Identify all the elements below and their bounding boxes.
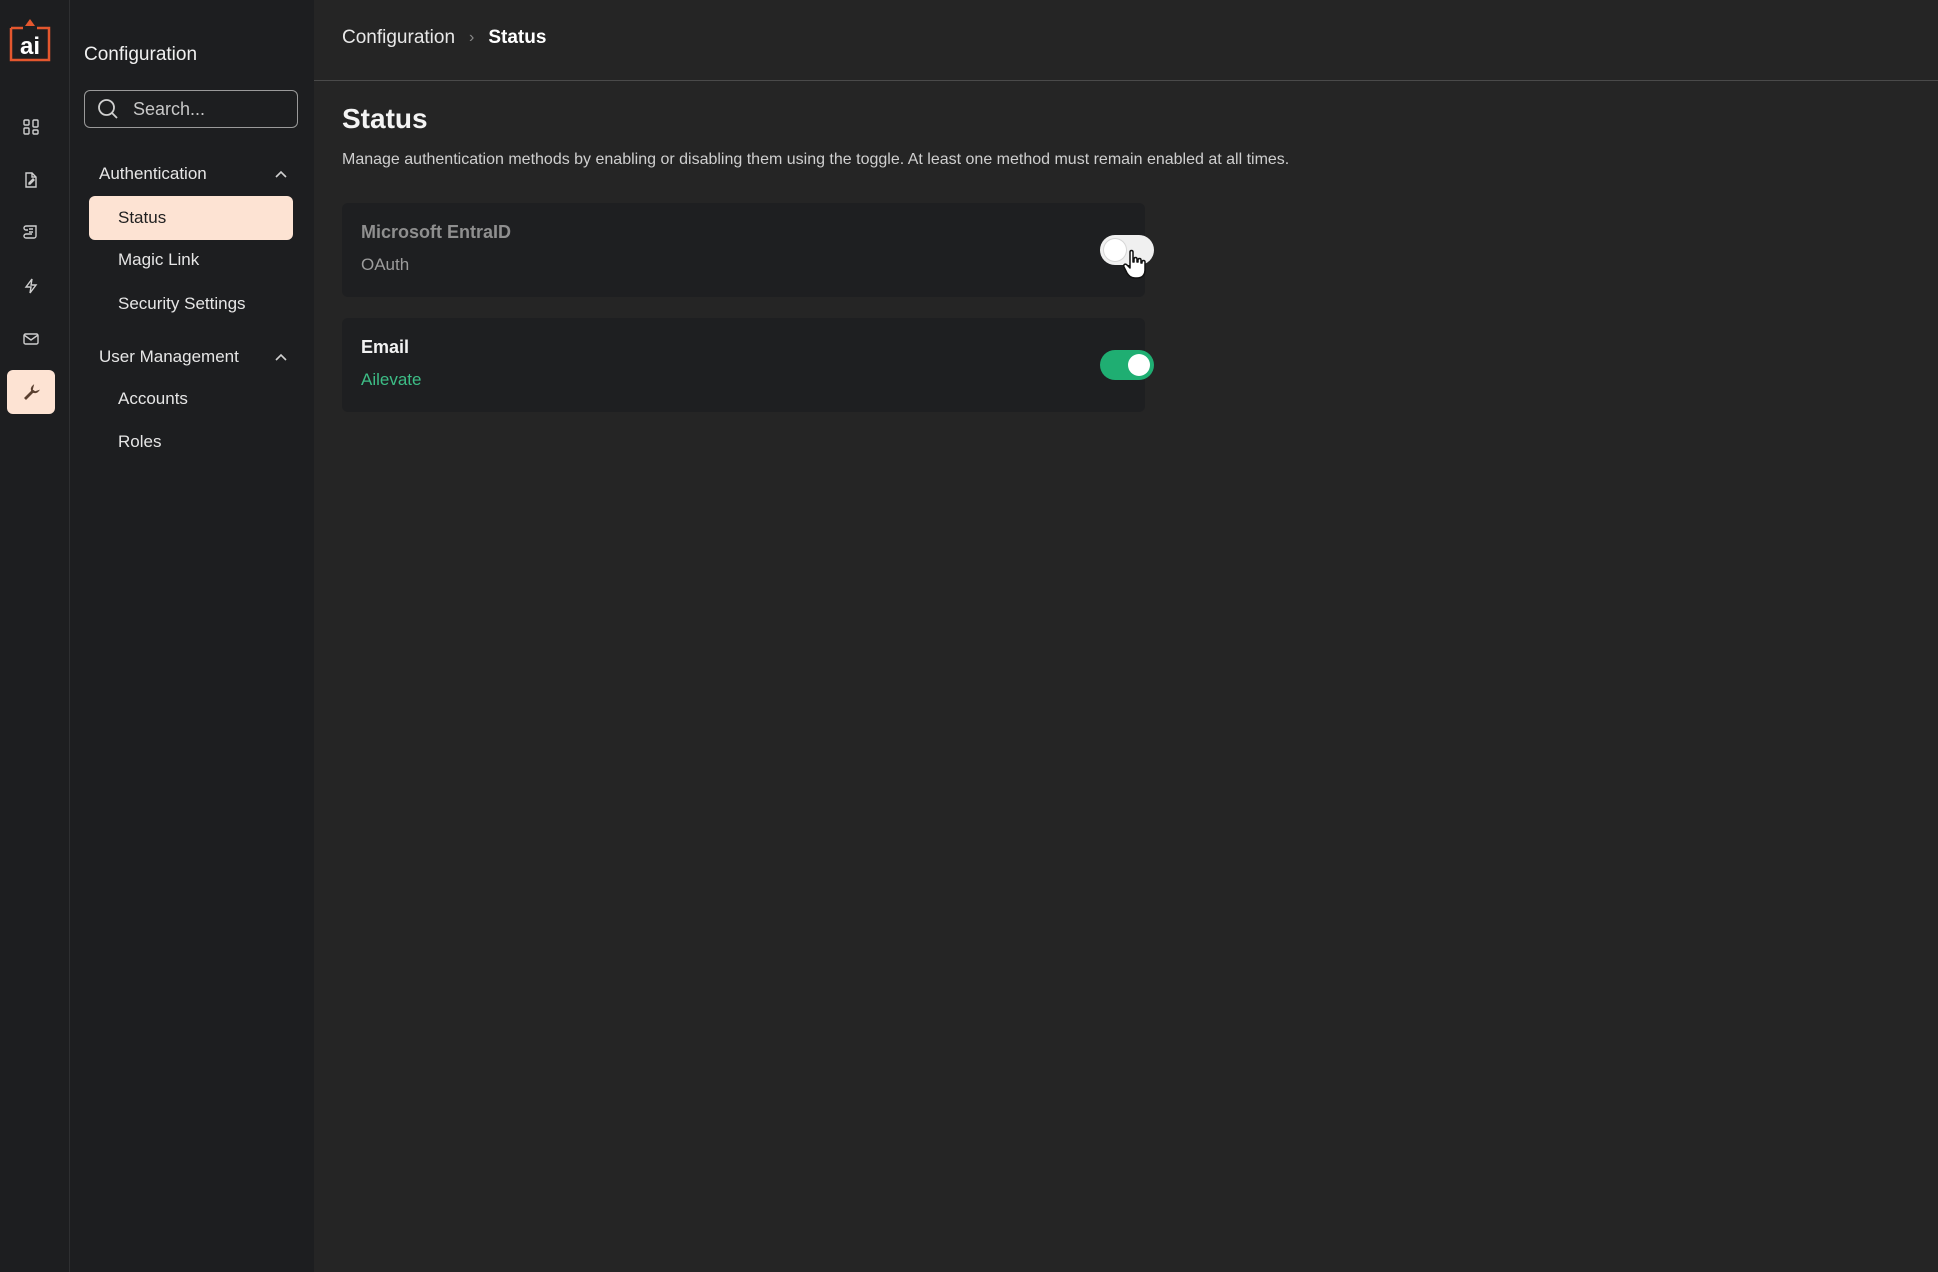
auth-method-provider: Ailevate bbox=[361, 370, 422, 389]
auth-method-name: Microsoft EntraID bbox=[361, 222, 512, 242]
chevron-up-icon bbox=[275, 170, 287, 178]
rail-documents-button[interactable] bbox=[7, 158, 55, 202]
search-icon bbox=[98, 99, 118, 119]
rail-automation-button[interactable] bbox=[7, 264, 55, 308]
rail-mail-button[interactable] bbox=[7, 317, 55, 361]
scroll-icon bbox=[23, 225, 37, 239]
group-user-management-label: User Management bbox=[99, 347, 239, 366]
sidebar-item-status[interactable]: Status bbox=[89, 196, 293, 240]
toggle-knob bbox=[1104, 239, 1126, 261]
config-sidebar: Configuration Authentication Status Magi… bbox=[70, 0, 314, 1272]
rail-scroll-button[interactable] bbox=[7, 210, 55, 254]
toggle-knob bbox=[1128, 354, 1150, 376]
search-input[interactable] bbox=[133, 98, 283, 120]
email-toggle[interactable] bbox=[1100, 350, 1154, 380]
breadcrumb-separator-icon: › bbox=[469, 29, 475, 46]
mail-icon bbox=[23, 333, 39, 345]
page-description: Manage authentication methods by enablin… bbox=[342, 151, 1290, 168]
chevron-up-icon bbox=[275, 353, 287, 361]
page-title: Status bbox=[342, 103, 428, 134]
sidebar-item-roles[interactable]: Roles bbox=[89, 420, 293, 464]
app-window: ai Configuration Search... Authenticatio… bbox=[0, 0, 1938, 1272]
breadcrumb-current: Status bbox=[488, 27, 547, 48]
app-logo[interactable]: ai bbox=[7, 16, 53, 64]
sidebar-item-accounts[interactable]: Accounts bbox=[89, 377, 293, 421]
dashboard-icon bbox=[23, 119, 39, 135]
main-content: Configuration › Status Status Manage aut… bbox=[314, 0, 1938, 1272]
top-bar: Configuration › Status bbox=[314, 0, 1938, 81]
sidebar-item-label: Security Settings bbox=[118, 294, 246, 313]
svg-text:ai: ai bbox=[20, 33, 40, 60]
auth-method-card-email: Email Ailevate bbox=[342, 318, 1154, 412]
sidebar-item-magic-link[interactable]: Magic Link bbox=[89, 238, 293, 282]
sidebar-title: Configuration bbox=[84, 44, 198, 65]
auth-method-name: Email bbox=[361, 337, 410, 357]
search-box[interactable] bbox=[84, 90, 298, 128]
auth-method-card-entraid: Microsoft EntraID OAuth bbox=[342, 203, 1154, 297]
rail-configuration-button[interactable] bbox=[7, 370, 55, 414]
breadcrumb: Configuration › Status bbox=[342, 27, 546, 49]
sidebar-item-label: Magic Link bbox=[118, 250, 200, 269]
group-user-management-toggle[interactable]: User Management bbox=[99, 343, 289, 371]
document-edit-icon bbox=[25, 172, 37, 188]
auth-method-provider: OAuth bbox=[361, 255, 410, 274]
sidebar-item-label: Roles bbox=[118, 432, 162, 451]
group-authentication-toggle[interactable]: Authentication bbox=[99, 160, 289, 188]
icon-rail: ai bbox=[0, 0, 70, 1272]
entraid-toggle[interactable] bbox=[1100, 235, 1154, 265]
sidebar-item-security-settings[interactable]: Security Settings bbox=[89, 282, 293, 326]
breadcrumb-parent[interactable]: Configuration bbox=[342, 27, 455, 49]
rail-dashboard-button[interactable] bbox=[7, 105, 55, 149]
sidebar-item-label: Accounts bbox=[118, 389, 188, 408]
wrench-icon bbox=[24, 384, 40, 400]
lightning-icon bbox=[24, 278, 38, 294]
sidebar-item-label: Status bbox=[118, 208, 167, 227]
group-authentication-label: Authentication bbox=[99, 164, 207, 183]
